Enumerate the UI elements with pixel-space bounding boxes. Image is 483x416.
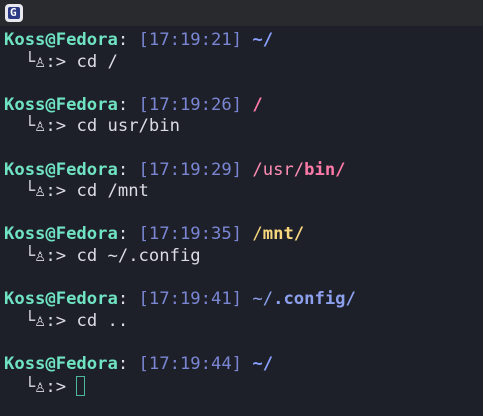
prompt-symbol: └♙:> — [24, 376, 67, 397]
prompt-header-line: Koss@Fedora: [17:19:35] /mnt/ — [4, 224, 479, 246]
terminal-output[interactable]: Koss@Fedora: [17:19:21] ~/ └♙:> cd / Koss… — [4, 30, 479, 412]
prompt-header-line: Koss@Fedora: [17:19:29] /usr/bin/ — [4, 160, 479, 182]
user-host: Koss@Fedora — [4, 30, 118, 50]
prompt-header-line: Koss@Fedora: [17:19:41] ~/.config/ — [4, 289, 479, 311]
titlebar: G — [0, 0, 483, 26]
path-segment: ~/ — [252, 30, 274, 50]
user-host: Koss@Fedora — [4, 159, 118, 180]
command-line: └♙:> cd /mnt — [4, 181, 479, 203]
path-segment: ~/ — [252, 289, 274, 310]
timestamp: [17:19:29] — [138, 159, 243, 180]
command-line: └♙:> cd usr/bin — [4, 116, 479, 138]
separator: : — [117, 289, 129, 310]
path-segment: ~/ — [252, 353, 274, 374]
separator: : — [117, 30, 129, 50]
user-host: Koss@Fedora — [4, 94, 118, 115]
timestamp: [17:19:21] — [138, 30, 243, 50]
prompt-header-line: Koss@Fedora: [17:19:21] ~/ — [4, 30, 479, 52]
command-text: cd /mnt — [76, 181, 149, 202]
user-host: Koss@Fedora — [4, 289, 118, 310]
timestamp: [17:19:41] — [138, 289, 243, 310]
path-segment: bin/ — [304, 159, 346, 180]
command-line: └♙:> cd .. — [4, 311, 479, 333]
command-text: cd usr/bin — [76, 116, 180, 137]
command-line: └♙:> — [4, 375, 479, 398]
terminal-app-icon[interactable]: G — [5, 4, 23, 22]
prompt-header-line: Koss@Fedora: [17:19:44] ~/ — [4, 354, 479, 376]
text-cursor[interactable] — [76, 375, 86, 396]
terminal-window: G Koss@Fedora: [17:19:21] ~/ └♙:> cd / Ko… — [0, 0, 483, 416]
user-host: Koss@Fedora — [4, 224, 118, 245]
timestamp: [17:19:44] — [138, 353, 243, 374]
command-line: └♙:> cd / — [4, 52, 479, 74]
timestamp: [17:19:35] — [138, 224, 243, 245]
command-text: cd ~/.config — [76, 245, 201, 266]
user-host: Koss@Fedora — [4, 353, 118, 374]
command-line: └♙:> cd ~/.config — [4, 246, 479, 268]
prompt-symbol: └♙:> — [24, 310, 67, 331]
path-segment: / — [252, 94, 263, 115]
timestamp: [17:19:26] — [138, 94, 243, 115]
path-segment: /usr/ — [252, 159, 305, 180]
prompt-symbol: └♙:> — [24, 116, 67, 137]
prompt-symbol: └♙:> — [24, 51, 67, 72]
app-icon-glyph: G — [10, 6, 17, 19]
separator: : — [117, 224, 129, 245]
prompt-header-line: Koss@Fedora: [17:19:26] / — [4, 95, 479, 117]
path-segment: .config/ — [273, 289, 356, 310]
path-segment: / — [252, 224, 263, 245]
separator: : — [117, 159, 129, 180]
prompt-symbol: └♙:> — [24, 245, 67, 266]
path-segment: mnt/ — [262, 224, 305, 245]
command-text: cd / — [76, 51, 118, 72]
separator: : — [117, 94, 129, 115]
command-text: cd .. — [76, 310, 129, 331]
separator: : — [117, 353, 129, 374]
prompt-symbol: └♙:> — [24, 181, 67, 202]
